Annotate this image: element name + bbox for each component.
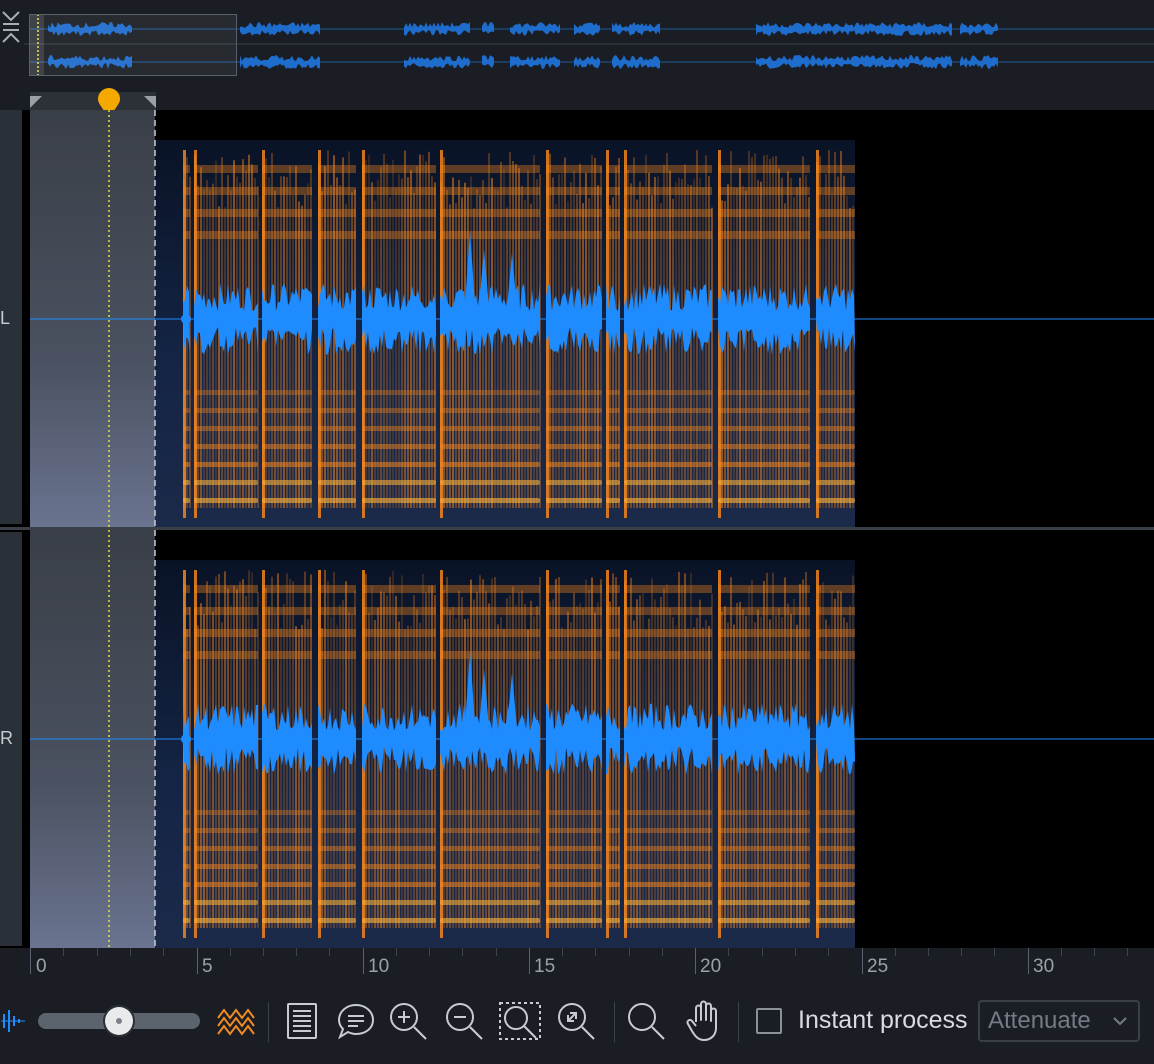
ruler-minor-tick [994,948,996,956]
ruler-minor-tick [894,948,896,956]
instant-process-checkbox[interactable] [756,1008,782,1034]
bottom-toolbar: Instant process Attenuate [0,984,1154,1064]
ruler-minor-tick [129,948,131,956]
chevron-down-icon [1112,1002,1128,1052]
comment-icon[interactable] [334,1000,378,1042]
ruler-minor-tick [1127,948,1129,956]
channel-left-label: L [0,308,11,328]
mode-select-value: Attenuate [988,1007,1091,1034]
ruler-minor-tick [462,948,464,956]
ruler-minor-tick [1060,948,1062,956]
ruler-label: 0 [36,956,47,977]
ruler-minor-tick [927,948,929,956]
ruler-minor-tick [296,948,297,956]
magnify-icon[interactable] [624,1000,668,1042]
selection-strip[interactable] [30,92,156,110]
spectrogram-toggle-icon[interactable] [214,1000,258,1042]
ruler-minor-tick [329,948,331,956]
ruler-label: 20 [700,956,722,977]
time-ruler[interactable]: 0 5 10 15 20 25 30 [0,948,1154,984]
ruler-minor-tick [96,948,98,956]
spectrogram-view[interactable]: L R [0,110,1154,948]
overview-navigator[interactable] [0,0,1154,92]
ruler-minor-tick [262,948,264,956]
spectrogram-canvas[interactable] [0,110,1154,948]
ruler-minor-tick [961,948,962,956]
ruler-label: 15 [534,956,556,977]
ruler-minor-tick [595,948,597,956]
zoom-out-icon[interactable] [442,1000,486,1042]
ruler-minor-tick [495,948,497,956]
ruler-minor-tick [728,948,730,956]
ruler-label: 30 [1033,956,1055,977]
channel-right-label: R [0,728,13,748]
ruler-minor-tick [229,948,231,956]
ruler-label: 25 [867,956,889,977]
ruler-minor-tick [828,948,829,956]
overview-view-rectangle[interactable] [29,14,237,76]
ruler-minor-tick [562,948,563,956]
ruler-minor-tick [163,948,164,956]
hand-icon[interactable] [682,1000,726,1042]
selection-handles-icon[interactable] [30,92,156,110]
zoom-slider-thumb[interactable] [105,1007,133,1035]
waveform-toggle-icon[interactable] [0,1000,26,1042]
ruler-minor-tick [661,948,663,956]
zoom-in-icon[interactable] [386,1000,430,1042]
ruler-minor-tick [761,948,763,956]
ruler-minor-tick [628,948,630,956]
mode-select[interactable]: Attenuate [978,1000,1140,1042]
ruler-minor-tick [429,948,430,956]
zoom-fit-icon[interactable] [554,1000,598,1042]
ruler-minor-tick [395,948,397,956]
instant-process-label[interactable]: Instant process [798,1006,968,1035]
ruler-minor-tick [794,948,796,956]
ruler-label: 10 [368,956,390,977]
ruler-minor-tick [63,948,65,956]
ruler-label: 5 [202,956,213,977]
file-list-icon[interactable] [280,1000,324,1042]
zoom-selection-icon[interactable] [498,1000,542,1042]
collapse-toggle-icon[interactable] [0,0,22,54]
ruler-minor-tick [1094,948,1095,956]
